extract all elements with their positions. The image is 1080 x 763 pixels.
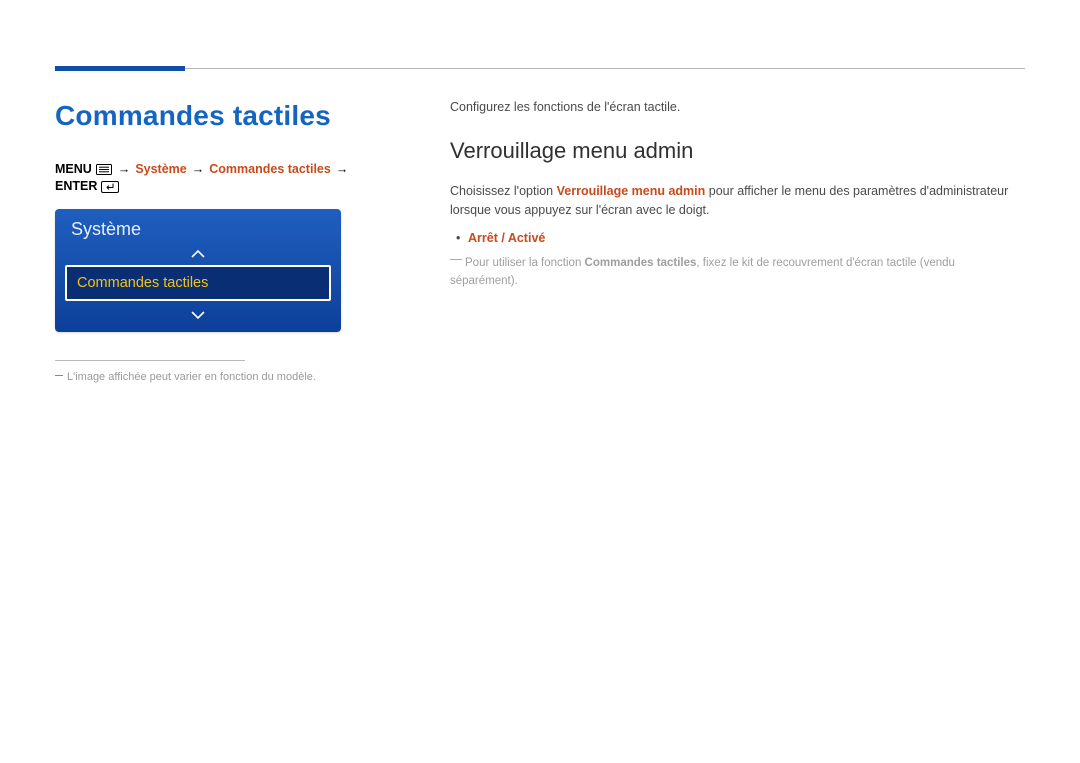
breadcrumb-enter-label: ENTER xyxy=(55,179,97,193)
note-dash-icon xyxy=(450,259,462,260)
enter-icon xyxy=(101,179,119,193)
breadcrumb-arrow-1: → xyxy=(116,162,133,176)
note-strong: Commandes tactiles xyxy=(585,257,697,269)
menu-icon xyxy=(96,162,112,176)
osd-footer-space xyxy=(55,322,341,332)
breadcrumb: MENU → Système → Commandes tactiles → EN… xyxy=(55,162,395,193)
footnote-text: L'image affichée peut varier en fonction… xyxy=(67,371,316,383)
footnote-dash-icon xyxy=(55,375,63,376)
manual-page: Commandes tactiles MENU → Système → Comm… xyxy=(0,0,1080,386)
osd-panel: Système Commandes tactiles xyxy=(55,209,341,332)
description-text: Choisissez l'option Verrouillage menu ad… xyxy=(450,182,1025,221)
breadcrumb-item-systeme: Système xyxy=(135,162,186,176)
intro-text: Configurez les fonctions de l'écran tact… xyxy=(450,100,1025,114)
breadcrumb-arrow-3: → xyxy=(334,162,351,176)
osd-down-arrow[interactable] xyxy=(55,305,341,322)
breadcrumb-arrow-2: → xyxy=(190,162,207,176)
note-pre: Pour utiliser la fonction xyxy=(465,257,585,269)
columns: Commandes tactiles MENU → Système → Comm… xyxy=(55,100,1025,386)
note-line: Pour utiliser la fonction Commandes tact… xyxy=(450,255,1025,291)
option-values-line: Arrêt / Activé xyxy=(450,231,1025,245)
osd-header: Système xyxy=(55,209,341,244)
osd-up-arrow[interactable] xyxy=(55,244,341,261)
footnote-rule xyxy=(55,360,245,361)
page-title: Commandes tactiles xyxy=(55,100,395,132)
osd-selected-item[interactable]: Commandes tactiles xyxy=(65,265,331,301)
right-column: Configurez les fonctions de l'écran tact… xyxy=(450,100,1025,386)
breadcrumb-item-commandes: Commandes tactiles xyxy=(209,162,331,176)
sub-heading: Verrouillage menu admin xyxy=(450,138,1025,164)
top-rule xyxy=(55,68,1025,69)
accent-bar xyxy=(55,66,185,71)
desc-pre: Choisissez l'option xyxy=(450,184,557,198)
left-column: Commandes tactiles MENU → Système → Comm… xyxy=(55,100,395,386)
footnote: L'image affichée peut varier en fonction… xyxy=(55,369,395,386)
option-values: Arrêt / Activé xyxy=(468,231,545,245)
breadcrumb-menu-label: MENU xyxy=(55,162,92,176)
desc-strong: Verrouillage menu admin xyxy=(557,184,706,198)
